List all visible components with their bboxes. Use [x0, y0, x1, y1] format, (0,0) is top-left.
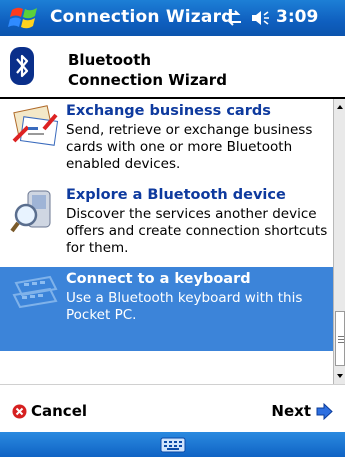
bluetooth-icon	[10, 47, 34, 85]
scroll-up-arrow-icon[interactable]	[334, 99, 345, 115]
clock[interactable]: 3:09	[276, 7, 318, 27]
volume-icon[interactable]	[250, 9, 272, 27]
next-arrow-icon	[316, 402, 333, 420]
header-line-1: Bluetooth	[68, 51, 152, 69]
scrollbar-thumb[interactable]	[335, 311, 345, 366]
softkey-bar: Cancel Next	[0, 384, 345, 432]
list-item-explore-device[interactable]: Explore a Bluetooth device Discover the …	[0, 183, 333, 263]
title-bar: Connection Wizard 3:09	[0, 0, 345, 36]
thumb-grip-icon	[338, 336, 344, 343]
item-description: Discover the services another device off…	[66, 206, 328, 256]
header-title: Bluetooth Connection Wizard	[68, 50, 227, 90]
windows-flag-icon[interactable]	[8, 4, 42, 32]
list-item-connect-keyboard[interactable]: Connect to a keyboard Use a Bluetooth ke…	[0, 267, 333, 351]
scroll-down-arrow-icon[interactable]	[334, 368, 345, 384]
header-line-2: Connection Wizard	[68, 71, 227, 89]
cancel-label: Cancel	[31, 402, 88, 420]
window-title: Connection Wizard	[50, 7, 234, 27]
keyboard-icon	[12, 275, 58, 309]
next-label: Next	[271, 402, 311, 420]
item-description: Use a Bluetooth keyboard with this Pocke…	[66, 290, 303, 323]
item-label: Explore a Bluetooth device	[66, 187, 286, 203]
connectivity-icon[interactable]	[224, 9, 244, 27]
explore-device-icon	[10, 190, 51, 233]
cancel-x-icon	[12, 404, 27, 418]
item-label: Connect to a keyboard	[66, 271, 251, 287]
input-panel-bar	[0, 432, 345, 457]
list-item-exchange-cards[interactable]: Exchange business cards Send, retrieve o…	[0, 99, 333, 179]
wizard-options-list: Exchange business cards Send, retrieve o…	[0, 99, 333, 384]
business-cards-icon	[12, 105, 59, 146]
item-label: Exchange business cards	[66, 103, 271, 119]
next-button[interactable]: Next	[271, 401, 333, 421]
vertical-scrollbar[interactable]	[333, 99, 345, 384]
cancel-button[interactable]: Cancel	[12, 401, 87, 421]
keyboard-sip-icon[interactable]	[160, 436, 186, 454]
item-description: Send, retrieve or exchange business card…	[66, 122, 313, 172]
wizard-header: Bluetooth Connection Wizard	[0, 36, 345, 99]
